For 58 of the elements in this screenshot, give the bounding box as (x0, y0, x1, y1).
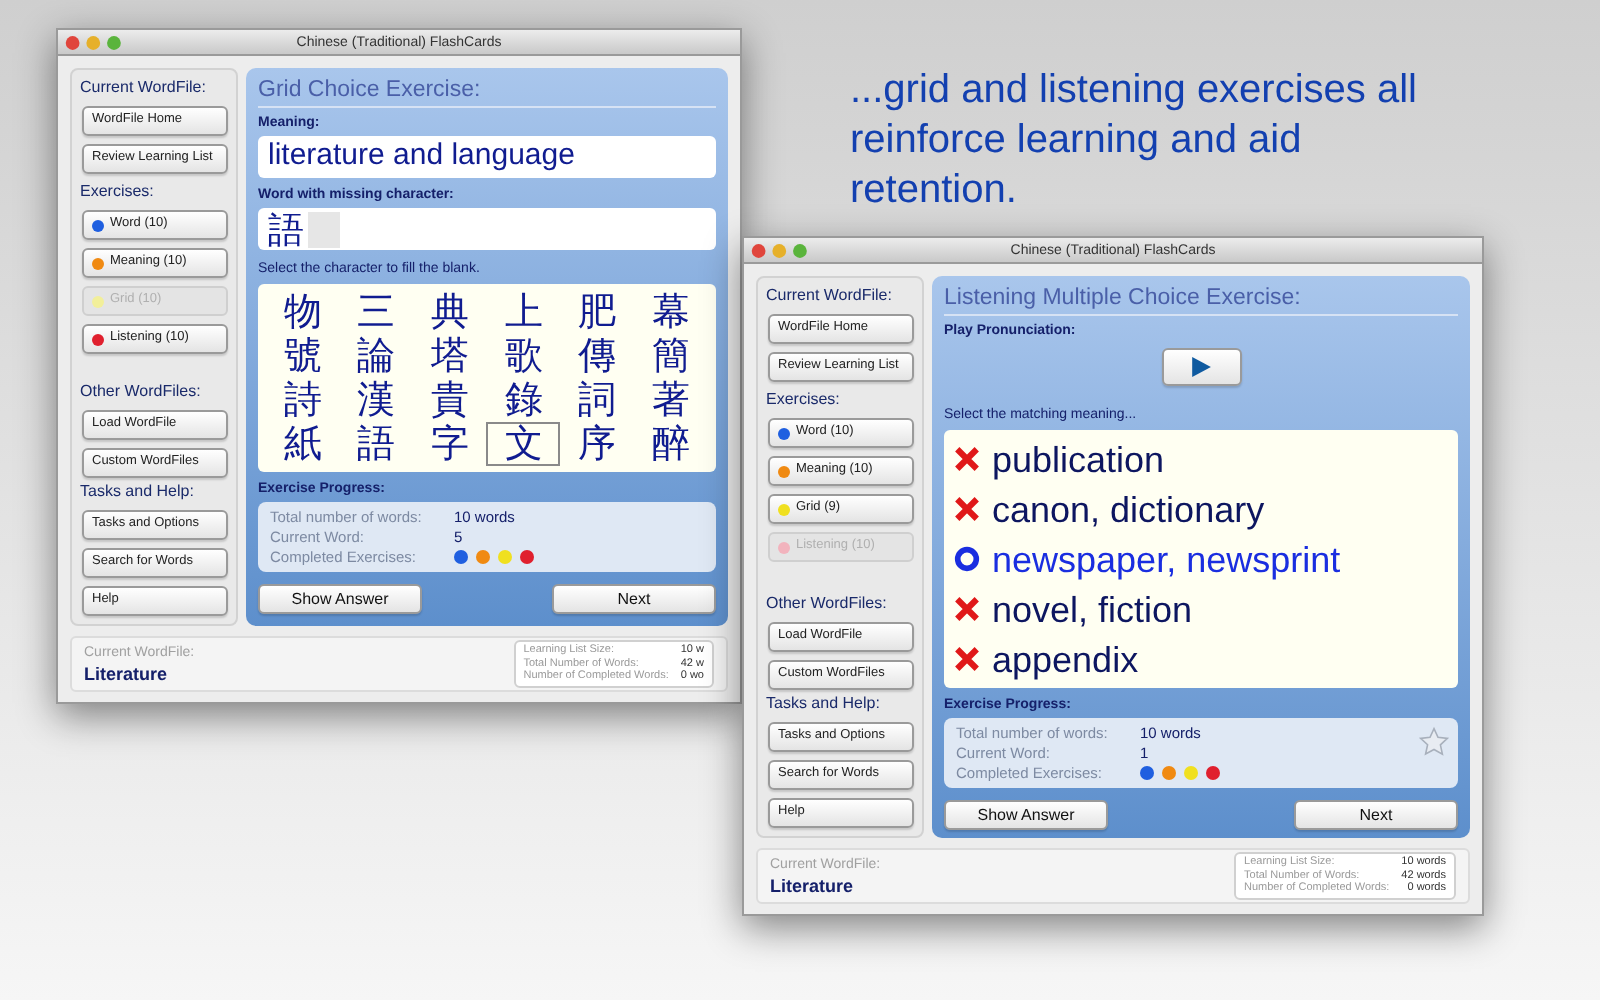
answer-choice[interactable]: novel, fiction (954, 584, 1448, 634)
sidebar-heading: Other WordFiles: (80, 382, 203, 402)
cross-icon (954, 446, 980, 472)
character-choice[interactable]: 詩 (266, 378, 340, 422)
sidebar-heading: Current WordFile: (80, 78, 208, 98)
action-button[interactable]: Next (1294, 800, 1458, 830)
character-choice[interactable]: 貴 (413, 378, 487, 422)
character-choice[interactable]: 塔 (413, 334, 487, 378)
answer-choice[interactable]: publication (954, 434, 1448, 484)
cross-icon (954, 496, 980, 522)
character-choice[interactable]: 序 (560, 422, 635, 466)
character-choice[interactable]: 文 (486, 422, 561, 466)
character-choice[interactable]: 傳 (560, 334, 635, 378)
character-choice[interactable]: 簡 (634, 334, 708, 378)
answer-choice[interactable]: newspaper, newsprint (954, 534, 1448, 584)
character-choice[interactable]: 語 (339, 422, 414, 466)
exercise-title: Grid Choice Exercise: (258, 76, 716, 108)
character-choice[interactable]: 號 (266, 334, 340, 378)
character-choice[interactable]: 肥 (560, 290, 635, 334)
character-choice[interactable]: 上 (486, 290, 561, 334)
wordfile-name: Literature (770, 873, 856, 897)
meaning-field: literature and language (258, 136, 716, 178)
sidebar-heading: Other WordFiles: (766, 594, 889, 614)
play-icon (1190, 356, 1212, 378)
blank-slot (308, 211, 340, 247)
answer-choice[interactable]: appendix (954, 634, 1448, 684)
exercise-title: Listening Multiple Choice Exercise: (944, 284, 1458, 316)
sidebar-heading: Exercises: (80, 182, 156, 202)
character-choice[interactable]: 醉 (634, 422, 708, 466)
character-choice[interactable]: 論 (339, 334, 414, 378)
wordfile-name: Literature (84, 661, 170, 685)
play-button[interactable] (1161, 348, 1241, 386)
sidebar-heading: Current WordFile: (766, 286, 894, 306)
action-button[interactable]: Show Answer (258, 584, 422, 614)
character-choice[interactable]: 漢 (339, 378, 414, 422)
window-controls-icon[interactable] (64, 34, 126, 52)
headline-text: ...grid and listening exercises all reinforce learning and aid retention. (850, 66, 1419, 216)
cross-icon (954, 646, 980, 672)
character-choice[interactable]: 著 (634, 378, 708, 422)
character-choice[interactable]: 物 (266, 290, 340, 334)
sidebar-heading: Exercises: (766, 390, 842, 410)
character-choice[interactable]: 錄 (486, 378, 561, 422)
character-choice[interactable]: 字 (413, 422, 487, 466)
circle-icon (954, 546, 980, 572)
character-choice[interactable]: 紙 (266, 422, 340, 466)
word-text: 語 (268, 211, 304, 247)
character-choice[interactable]: 典 (413, 290, 487, 334)
sidebar-heading: Tasks and Help: (766, 694, 882, 714)
answer-choice[interactable]: canon, dictionary (954, 484, 1448, 534)
character-choice[interactable]: 歌 (486, 334, 561, 378)
action-button[interactable]: Show Answer (944, 800, 1108, 830)
character-choice[interactable]: 詞 (560, 378, 635, 422)
action-button[interactable]: Next (552, 584, 716, 614)
character-choice[interactable]: 三 (339, 290, 414, 334)
cross-icon (954, 596, 980, 622)
window-controls-icon[interactable] (750, 242, 812, 260)
character-choice[interactable]: 幕 (634, 290, 708, 334)
sidebar-heading: Tasks and Help: (80, 482, 196, 502)
